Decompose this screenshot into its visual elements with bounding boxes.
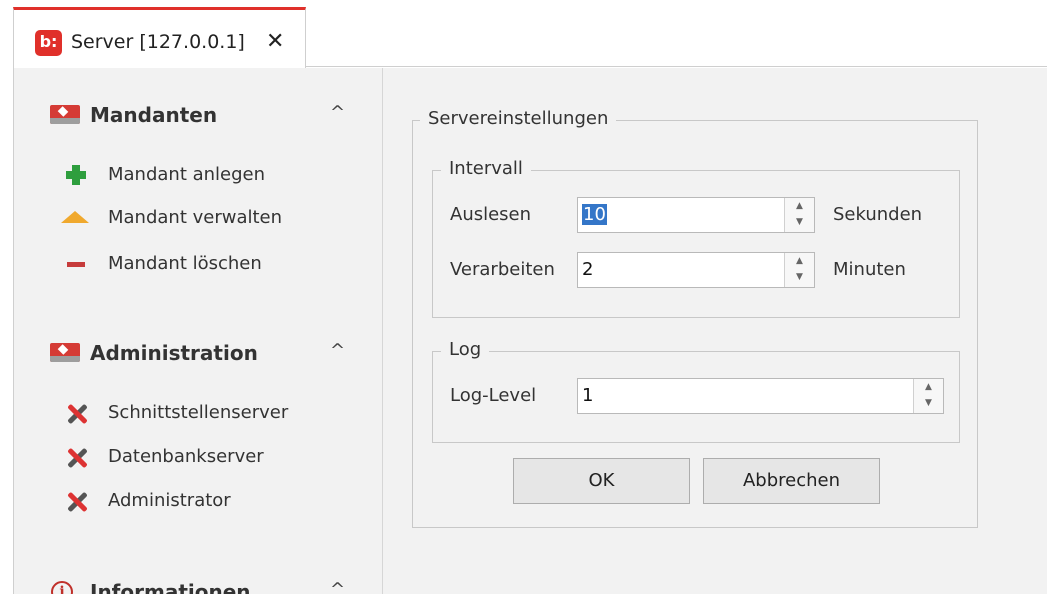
triangle-icon — [61, 211, 89, 223]
spin-up-icon[interactable]: ▲ — [914, 379, 943, 396]
process-interval-value[interactable]: 2 — [582, 259, 593, 280]
read-interval-value[interactable]: 10 — [582, 204, 607, 225]
close-icon[interactable]: ✕ — [266, 28, 284, 56]
sidebar-item-label: Mandant löschen — [108, 253, 262, 274]
log-group: Log Log-Level 1 ▲ ▼ — [432, 339, 960, 443]
sidebar-item-label: Mandant verwalten — [108, 207, 283, 228]
sidebar-item-mandant-loeschen[interactable]: Mandant löschen — [14, 247, 383, 281]
tools-icon — [64, 446, 90, 470]
read-interval-label: Auslesen — [450, 204, 532, 225]
sidebar-item-administrator[interactable]: Administrator — [14, 484, 383, 518]
content-panel: Servereinstellungen Intervall Auslesen 1… — [382, 68, 1047, 594]
monitor-icon — [50, 105, 80, 124]
sidebar-item-datenbankserver[interactable]: Datenbankserver — [14, 440, 383, 474]
sidebar-item-mandant-verwalten[interactable]: Mandant verwalten — [14, 201, 383, 235]
read-interval-spinner[interactable]: 10 ▲ ▼ — [577, 197, 815, 233]
info-icon: i — [51, 581, 73, 594]
spin-down-icon[interactable]: ▼ — [914, 395, 943, 412]
section-header-informationen[interactable]: i Informationen ^ — [14, 571, 383, 594]
interval-group: Intervall Auslesen 10 ▲ ▼ Sekunden Verar… — [432, 158, 960, 318]
sidebar-item-schnittstellenserver[interactable]: Schnittstellenserver — [14, 396, 383, 430]
tab-strip: b: Server [127.0.0.1] ✕ — [0, 0, 1047, 68]
read-interval-unit: Sekunden — [833, 204, 923, 225]
group-caption: Log — [441, 339, 490, 360]
process-interval-label: Verarbeiten — [450, 259, 555, 280]
spinner-buttons: ▲ ▼ — [913, 379, 943, 413]
log-level-value[interactable]: 1 — [582, 385, 593, 406]
group-caption: Intervall — [441, 158, 531, 179]
chevron-up-icon[interactable]: ^ — [330, 340, 345, 361]
log-level-label: Log-Level — [450, 385, 537, 406]
tab-title: Server [127.0.0.1] — [71, 31, 245, 53]
server-settings-group: Servereinstellungen Intervall Auslesen 1… — [412, 108, 978, 528]
sidebar-item-label: Schnittstellenserver — [108, 402, 289, 423]
log-level-spinner[interactable]: 1 ▲ ▼ — [577, 378, 944, 414]
group-caption: Servereinstellungen — [420, 108, 617, 129]
sidebar-item-label: Administrator — [108, 490, 231, 511]
section-title: Administration — [90, 341, 258, 365]
minus-icon — [64, 253, 88, 275]
monitor-icon — [50, 343, 80, 362]
sidebar-item-label: Mandant anlegen — [108, 164, 266, 185]
chevron-up-icon[interactable]: ^ — [330, 102, 345, 123]
sidebar-item-mandant-anlegen[interactable]: Mandant anlegen — [14, 158, 383, 192]
app-logo-icon: b: — [35, 30, 62, 56]
spin-up-icon[interactable]: ▲ — [785, 198, 814, 215]
section-title: Mandanten — [90, 103, 218, 127]
section-header-administration[interactable]: Administration ^ — [14, 332, 383, 372]
section-header-mandanten[interactable]: Mandanten ^ — [14, 94, 383, 134]
chevron-up-icon[interactable]: ^ — [330, 579, 345, 594]
spinner-buttons: ▲ ▼ — [784, 198, 814, 232]
plus-icon — [64, 164, 88, 186]
section-title: Informationen — [90, 580, 251, 594]
tab-server[interactable]: b: Server [127.0.0.1] ✕ — [13, 7, 306, 68]
sidebar: Mandanten ^ Mandant anlegen Mandant verw… — [13, 68, 382, 594]
spin-up-icon[interactable]: ▲ — [785, 253, 814, 270]
process-interval-spinner[interactable]: 2 ▲ ▼ — [577, 252, 815, 288]
tab-strip-border — [305, 66, 1047, 67]
spin-down-icon[interactable]: ▼ — [785, 214, 814, 231]
spinner-buttons: ▲ ▼ — [784, 253, 814, 287]
sidebar-item-label: Datenbankserver — [108, 446, 264, 467]
spin-down-icon[interactable]: ▼ — [785, 269, 814, 286]
tools-icon — [64, 402, 90, 426]
cancel-button[interactable]: Abbrechen — [703, 458, 880, 504]
process-interval-unit: Minuten — [833, 259, 906, 280]
ok-button[interactable]: OK — [513, 458, 690, 504]
tools-icon — [64, 490, 90, 514]
